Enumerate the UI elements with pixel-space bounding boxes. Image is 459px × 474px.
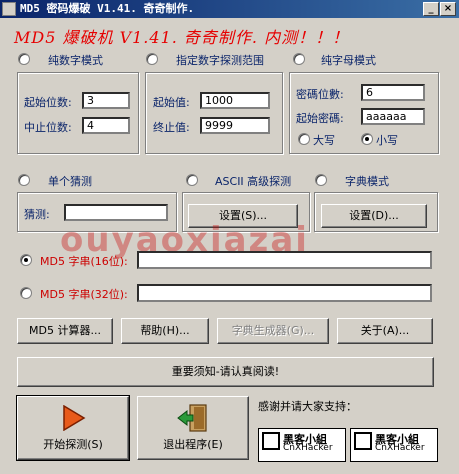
support-text: 感谢并请大家支持： (258, 400, 357, 413)
range-mode-panel (145, 72, 283, 154)
minimize-button[interactable]: _ (423, 2, 439, 16)
uppercase-label: 大写 (313, 134, 335, 147)
letters-mode-label: 纯字母模式 (321, 54, 376, 67)
start-digits-label: 起始位数: (24, 96, 72, 109)
exit-button[interactable]: 退出程序(E) (137, 396, 249, 460)
numeric-mode-radio[interactable] (18, 53, 30, 65)
cnxhacker-logo-1[interactable]: 黑客小組 CnXHacker (258, 428, 346, 462)
range-mode-label: 指定数字探测范围 (176, 54, 264, 67)
window-title: MD5 密码爆破 V1.41. 奇奇制作. (20, 2, 195, 15)
ascii-mode-label: ASCII 高级探测 (215, 175, 292, 188)
exit-button-label: 退出程序(E) (163, 438, 223, 451)
notice-button[interactable]: 重要须知-请认真阅读! (17, 357, 434, 387)
logo-mark-icon (354, 432, 372, 450)
letters-digits-label: 密碼位數: (296, 88, 344, 101)
exit-door-icon (177, 404, 207, 432)
lowercase-radio[interactable] (361, 133, 373, 145)
dict-mode-label: 字典模式 (345, 175, 389, 188)
logo-mark-icon (262, 432, 280, 450)
md5-32-input[interactable] (137, 284, 432, 302)
md5-16-input[interactable] (137, 251, 432, 269)
md5-16-radio[interactable] (20, 254, 32, 266)
md5-32-radio[interactable] (20, 287, 32, 299)
start-button-label: 开始探测(S) (43, 438, 103, 451)
app-icon (2, 2, 16, 16)
logo-1-line2: CnXHacker (283, 443, 333, 453)
letters-mode-radio[interactable] (293, 53, 305, 65)
title-bar: MD5 密码爆破 V1.41. 奇奇制作. _ × (0, 0, 459, 18)
start-digits-input[interactable]: 3 (82, 92, 130, 109)
cnxhacker-logo-2[interactable]: 黑客小組 CnXHacker (350, 428, 438, 462)
dict-generator-button[interactable]: 字典生成器(G)... (217, 318, 329, 344)
about-button[interactable]: 关于(A)... (337, 318, 433, 344)
range-start-label: 起始值: (153, 96, 190, 109)
start-button[interactable]: 开始探测(S) (16, 395, 130, 461)
numeric-mode-panel (17, 72, 139, 154)
help-button[interactable]: 帮助(H)... (121, 318, 209, 344)
end-digits-label: 中止位数: (24, 121, 72, 134)
end-digits-input[interactable]: 4 (82, 117, 130, 134)
range-start-input[interactable]: 1000 (200, 92, 270, 109)
dict-settings-button[interactable]: 设置(D)... (321, 204, 427, 228)
single-guess-radio[interactable] (18, 174, 30, 186)
letters-digits-input[interactable]: 6 (361, 84, 425, 101)
uppercase-radio[interactable] (298, 133, 310, 145)
banner-text: MD5 爆破机 V1.41. 奇奇制作. 内测！！！ (14, 28, 350, 47)
numeric-mode-label: 纯数字模式 (48, 54, 103, 67)
play-icon (63, 405, 86, 431)
letters-start-pwd-input[interactable]: aaaaaa (361, 108, 425, 125)
md5-16-label: MD5 字串(16位): (40, 255, 128, 268)
logo-2-line2: CnXHacker (375, 443, 425, 453)
dict-mode-radio[interactable] (315, 174, 327, 186)
single-guess-label: 单个猜测 (48, 175, 92, 188)
range-end-input[interactable]: 9999 (200, 117, 270, 134)
ascii-mode-radio[interactable] (186, 174, 198, 186)
md5-calculator-button[interactable]: MD5 计算器... (17, 318, 113, 344)
letters-start-pwd-label: 起始密碼: (296, 112, 344, 125)
close-button[interactable]: × (440, 2, 456, 16)
lowercase-label: 小写 (376, 134, 398, 147)
guess-input[interactable] (64, 204, 168, 221)
md5-32-label: MD5 字串(32位): (40, 288, 128, 301)
guess-label: 猜测: (24, 208, 50, 221)
range-mode-radio[interactable] (146, 53, 158, 65)
range-end-label: 终止值: (153, 121, 190, 134)
